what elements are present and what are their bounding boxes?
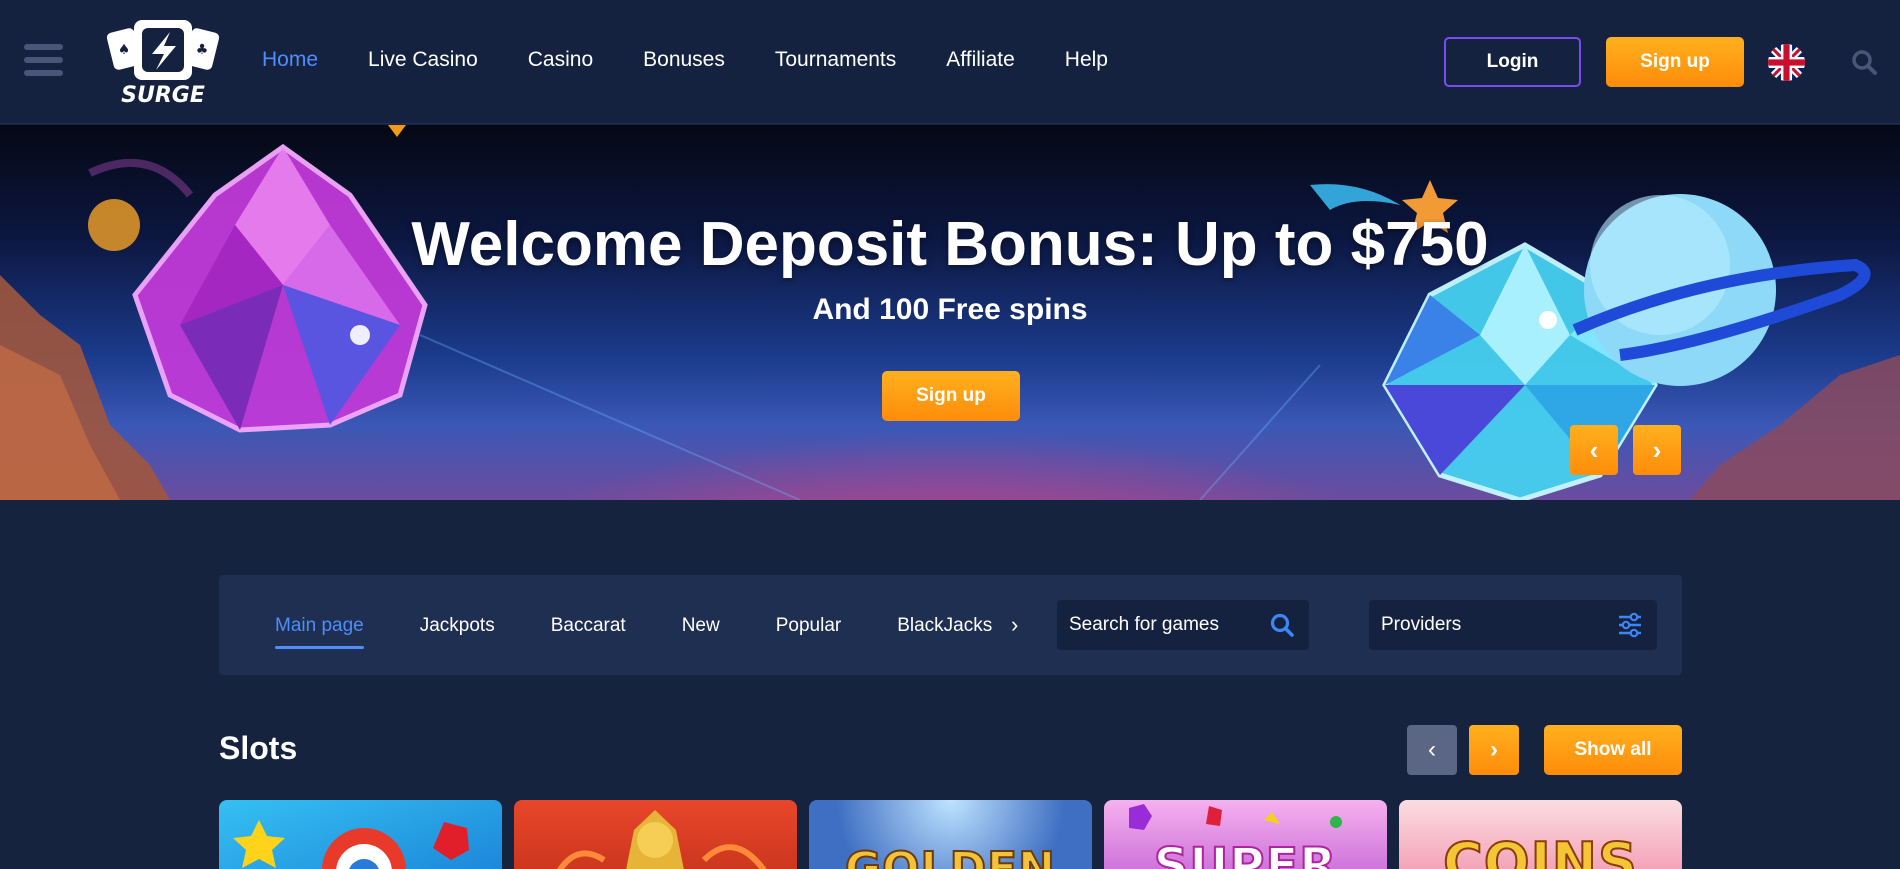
section-title-slots: Slots [219, 730, 298, 766]
tab-blackjacks[interactable]: BlackJacks [897, 615, 992, 637]
nav-casino[interactable]: Casino [528, 48, 593, 72]
game-card[interactable]: SUPER [1104, 800, 1387, 869]
game-card[interactable]: GOLDEN [809, 800, 1092, 869]
login-button[interactable]: Login [1444, 37, 1581, 87]
search-icon[interactable] [1269, 612, 1295, 638]
chevron-right-icon[interactable]: › [1011, 612, 1029, 638]
game-card[interactable]: COINS [1399, 800, 1682, 869]
search-icon[interactable] [1850, 48, 1878, 76]
search-input[interactable] [1069, 600, 1269, 650]
hero-prev-button[interactable]: ‹ [1570, 425, 1618, 475]
uk-flag-icon[interactable] [1768, 44, 1805, 81]
tab-baccarat[interactable]: Baccarat [551, 615, 626, 637]
game-search [1057, 600, 1309, 650]
nav-live-casino[interactable]: Live Casino [368, 48, 478, 72]
hero-banner: Welcome Deposit Bonus: Up to $750 And 10… [0, 125, 1900, 500]
providers-select[interactable]: Providers [1369, 600, 1657, 650]
nav-home[interactable]: Home [262, 48, 318, 72]
svg-text:♣: ♣ [196, 42, 209, 58]
game-card[interactable] [219, 800, 502, 869]
tab-popular[interactable]: Popular [776, 615, 842, 637]
hero-signup-button[interactable]: Sign up [882, 371, 1020, 421]
nav-bonuses[interactable]: Bonuses [643, 48, 725, 72]
game-title: GOLDEN [844, 842, 1056, 869]
hero-title: Welcome Deposit Bonus: Up to $750 [411, 210, 1489, 279]
nav-tournaments[interactable]: Tournaments [775, 48, 896, 72]
surge-logo[interactable]: ♠ ♣ SURGE [104, 18, 222, 106]
logo-wordmark: SURGE [121, 83, 205, 106]
slots-carousel: GOLDEN SUPER COINS [219, 800, 1682, 869]
game-filter-bar: Main page Jackpots Baccarat New Popular … [219, 575, 1682, 675]
game-thumbnail [556, 810, 767, 869]
show-all-button[interactable]: Show all [1544, 725, 1682, 775]
main-nav: Home Live Casino Casino Bonuses Tourname… [262, 48, 1108, 72]
svg-text:♠: ♠ [118, 42, 131, 58]
tab-main-page[interactable]: Main page [275, 615, 364, 649]
tab-jackpots[interactable]: Jackpots [420, 615, 495, 637]
slots-prev-button[interactable]: ‹ [1407, 725, 1457, 775]
nav-help[interactable]: Help [1065, 48, 1108, 72]
menu-icon[interactable] [24, 44, 63, 80]
filter-sliders-icon [1619, 612, 1641, 638]
site-header: ♠ ♣ SURGE Home Live Casino Casino Bonuse… [0, 0, 1900, 124]
slots-next-button[interactable]: › [1469, 725, 1519, 775]
game-thumbnail [233, 820, 469, 869]
tab-new[interactable]: New [682, 615, 720, 637]
game-title: COINS [1442, 830, 1638, 869]
nav-affiliate[interactable]: Affiliate [946, 48, 1015, 72]
hero-next-button[interactable]: › [1633, 425, 1681, 475]
providers-label: Providers [1381, 614, 1462, 635]
signup-button[interactable]: Sign up [1606, 37, 1744, 87]
game-card[interactable] [514, 800, 797, 869]
game-title: SUPER [1153, 837, 1338, 869]
category-tabs: Main page Jackpots Baccarat New Popular … [275, 615, 992, 649]
hero-subtitle: And 100 Free spins [812, 293, 1088, 326]
